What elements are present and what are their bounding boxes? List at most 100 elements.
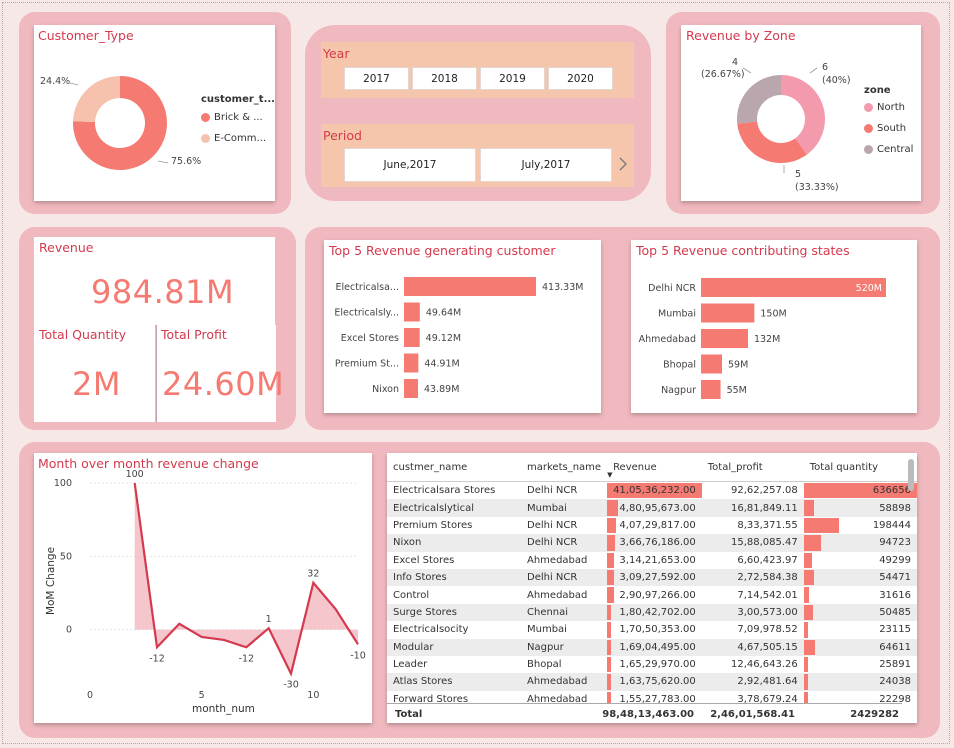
legend-item-ecom[interactable]: E-Comm...: [201, 133, 266, 144]
cell-customer: Excel Stores: [393, 554, 455, 566]
cell-customer: Electricalslytical: [387, 499, 521, 517]
legend-dot-icon: [864, 124, 873, 133]
customer-type-card[interactable]: Customer_Type 24.4% 75.6% customer_t... …: [34, 25, 275, 201]
quantity-databar: [803, 500, 815, 516]
bar-3: [701, 354, 722, 374]
year-option-2018[interactable]: 2018: [412, 67, 477, 90]
period-slicer-title: Period: [323, 128, 362, 143]
legend-item-south[interactable]: South: [864, 123, 906, 134]
cell-customer: Info Stores: [387, 568, 521, 587]
top-customers-card[interactable]: Top 5 Revenue generating customer Electr…: [324, 240, 601, 413]
mom-area: [134, 483, 358, 674]
cell-quantity: 58898: [803, 499, 917, 517]
year-option-2020[interactable]: 2020: [548, 67, 613, 90]
cell-market: Delhi NCR: [527, 485, 578, 497]
quantity-card[interactable]: Total Quantity 2M: [34, 325, 155, 422]
y-tick-label: 0: [66, 625, 72, 636]
mom-xlabel: month_num: [192, 703, 255, 715]
period-option-june-2017[interactable]: June,2017: [344, 148, 476, 182]
table-row[interactable]: Nixon Delhi NCR 3,66,76,186.00 15,88,085.47…: [387, 534, 917, 552]
legend-item-north[interactable]: North: [864, 102, 905, 113]
cell-revenue: 4,07,29,817.00: [607, 517, 702, 534]
cell-quantity-text: 25891: [879, 659, 911, 671]
cell-revenue: 3,09,27,592.00: [607, 568, 702, 587]
table-scrollbar[interactable]: [908, 459, 914, 491]
table-row[interactable]: Electricalsara Stores Delhi NCR 41,05,36,2…: [387, 482, 917, 500]
profit-card[interactable]: Total Profit 24.60M: [156, 325, 284, 422]
bar-2: [404, 328, 420, 347]
cell-revenue: 1,65,29,970.00: [607, 656, 702, 673]
year-option-2019[interactable]: 2019: [480, 67, 545, 90]
mom-chart[interactable]: 100 50 0 0 5 10 100 -12 -12 1 -30 32 -10: [34, 453, 372, 723]
data-table-card[interactable]: custmer_name markets_name Revenue ▼ Tota…: [387, 453, 917, 723]
bar-category-label: Nagpur: [661, 385, 696, 396]
year-slicer: Year 2017 2018 2019 2020: [321, 42, 634, 98]
table-row[interactable]: Atlas Stores Ahmedabad 1,63,75,620.00 2,92,…: [387, 673, 917, 691]
col-header-revenue[interactable]: Revenue ▼: [607, 453, 702, 482]
year-option-2017[interactable]: 2017: [344, 67, 409, 90]
revenue-kpi-value: 984.81M: [91, 273, 235, 311]
bar-data-label: 413.33M: [542, 282, 583, 293]
cell-quantity: 24038: [803, 673, 917, 691]
cell-quantity: 49299: [803, 552, 917, 569]
bar-category-label: Nixon: [372, 384, 399, 395]
cell-revenue: 41,05,36,232.00: [607, 482, 702, 500]
cell-revenue-text: 1,69,04,495.00: [619, 641, 696, 653]
legend-label: North: [877, 102, 905, 113]
quantity-databar: [803, 674, 809, 690]
quantity-databar: [803, 622, 808, 638]
top-states-chart[interactable]: Delhi NCR 520M Mumbai 150M Ahmedabad 132M Bhop…: [631, 240, 917, 413]
table-row[interactable]: Leader Bhopal 1,65,29,970.00 12,46,643.26 25…: [387, 656, 917, 673]
bar-2: [701, 329, 748, 348]
legend-item-central[interactable]: Central: [864, 144, 913, 155]
col-header-market[interactable]: markets_name: [521, 453, 607, 482]
table-row[interactable]: Control Ahmedabad 2,90,97,266.00 7,14,542.0…: [387, 586, 917, 603]
zone-south-pct: (33.33%): [795, 182, 839, 193]
col-header-customer[interactable]: custmer_name: [387, 453, 521, 482]
cell-revenue-text: 4,07,29,817.00: [619, 519, 696, 531]
top-customers-chart[interactable]: Electricalsa... 413.33M Electricalsly... 49…: [324, 240, 601, 413]
cell-quantity: 64611: [803, 638, 917, 656]
cell-revenue: 2,90,97,266.00: [607, 586, 702, 603]
table-row[interactable]: Excel Stores Ahmedabad 3,14,21,653.00 6,60,…: [387, 552, 917, 569]
table-row[interactable]: Electricalslytical Mumbai 4,80,95,673.00 16…: [387, 499, 917, 517]
table-row[interactable]: Surge Stores Chennai 1,80,42,702.00 3,00,57…: [387, 603, 917, 622]
period-option-july-2017[interactable]: July,2017: [480, 148, 612, 182]
cell-profit: 8,33,371.55: [737, 519, 798, 531]
cell-revenue-text: 2,90,97,266.00: [619, 589, 696, 601]
legend-item-brick[interactable]: Brick & ...: [201, 112, 263, 123]
cell-revenue-text: 1,80,42,702.00: [619, 606, 696, 618]
table-row[interactable]: Electricalsocity Mumbai 1,70,50,353.00 7,09…: [387, 621, 917, 638]
col-header-revenue-label: Revenue: [613, 461, 657, 473]
bar-data-label: 59M: [728, 360, 748, 371]
revenue-databar: [607, 656, 611, 673]
cell-market: Nagpur: [521, 638, 608, 656]
mom-card[interactable]: Month over month revenue change 100 50 0 0 5…: [34, 453, 372, 723]
table-row[interactable]: Info Stores Delhi NCR 3,09,27,592.00 2,72,5…: [387, 568, 917, 587]
cell-profit: 15,88,085.47: [701, 534, 804, 552]
bar-data-label: 55M: [727, 385, 747, 396]
col-header-profit[interactable]: Total_profit: [702, 453, 804, 482]
cell-quantity-text: 58898: [879, 502, 911, 514]
top-states-card[interactable]: Top 5 Revenue contributing states Delhi …: [631, 240, 917, 413]
col-header-quantity[interactable]: Total quantity: [804, 453, 917, 482]
cell-market: Mumbai: [527, 624, 567, 636]
data-table-body: Electricalsara Stores Delhi NCR 41,05,36,2…: [387, 482, 917, 709]
cell-quantity-text: 24038: [879, 676, 911, 688]
cell-quantity-text: 198444: [872, 519, 911, 531]
cell-quantity-text: 94723: [879, 537, 911, 549]
legend-dot-icon: [201, 113, 210, 122]
bar-data-label: 520M: [856, 283, 882, 294]
bar-4: [404, 379, 419, 398]
table-row[interactable]: Premium Stores Delhi NCR 4,07,29,817.00 8,3…: [387, 517, 917, 534]
table-row[interactable]: Modular Nagpur 1,69,04,495.00 4,67,505.15 64…: [387, 638, 917, 656]
cell-profit: 3,00,573.00: [701, 603, 804, 622]
revenue-card[interactable]: Revenue 984.81M: [34, 237, 275, 326]
total-profit: 2,46,01,568.41: [710, 708, 795, 720]
chevron-right-icon[interactable]: [617, 154, 629, 174]
cell-customer: Surge Stores: [387, 603, 521, 622]
zone-card[interactable]: Revenue by Zone 4 (26.67%) 6 (40%) 5 (33…: [681, 25, 921, 201]
table-total-row: Total 98,48,13,463.00 2,46,01,568.41 242…: [387, 703, 902, 723]
cell-revenue: 1,63,75,620.00: [607, 673, 702, 691]
cell-quantity-text: 50485: [879, 606, 911, 618]
